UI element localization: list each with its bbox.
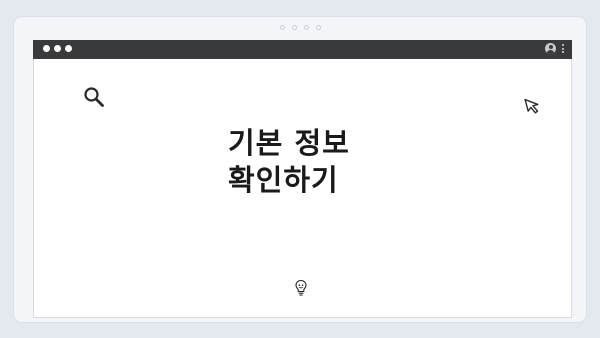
close-dot[interactable]: [43, 45, 50, 52]
page-dot[interactable]: [279, 25, 285, 30]
lightbulb-icon: [295, 279, 307, 296]
page-title: 기본 정보 확인하기: [228, 125, 350, 199]
minimize-dot[interactable]: [54, 45, 61, 52]
title-line-1: 기본 정보: [228, 126, 350, 160]
page-dot[interactable]: [291, 25, 297, 30]
user-icon[interactable]: [545, 43, 556, 54]
search-icon: [84, 87, 104, 107]
window-controls: [43, 45, 72, 52]
more-vert-icon[interactable]: [560, 43, 566, 54]
titlebar-actions: [545, 43, 566, 54]
page-dot[interactable]: [303, 25, 309, 30]
maximize-dot[interactable]: [65, 45, 72, 52]
page-dot[interactable]: [315, 25, 321, 30]
pagination-dots: [14, 25, 586, 30]
title-line-2: 확인하기: [228, 163, 339, 197]
window-titlebar: [33, 40, 572, 59]
browser-window: 기본 정보 확인하기: [33, 40, 572, 318]
cursor-arrow-icon: [524, 98, 539, 114]
